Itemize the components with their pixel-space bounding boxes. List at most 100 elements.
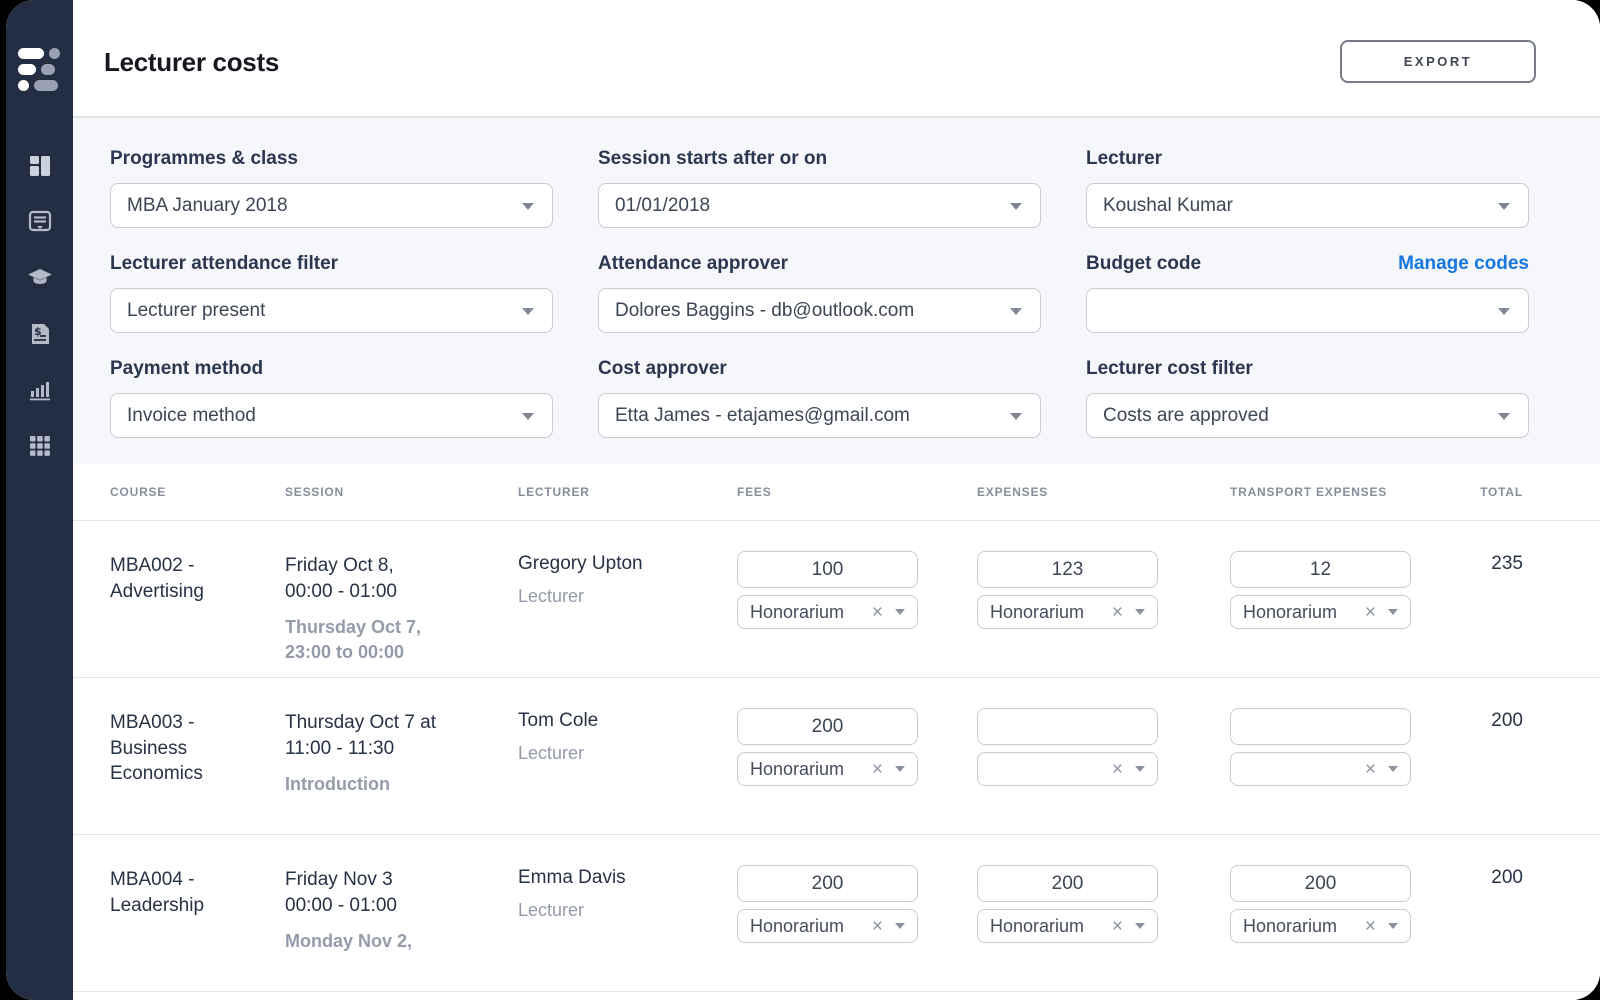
invoice-icon: $ bbox=[27, 321, 53, 347]
chevron-down-icon bbox=[895, 609, 905, 615]
transport-type-select[interactable]: Honorarium × bbox=[1230, 909, 1411, 943]
transport-type-select[interactable]: × bbox=[1230, 752, 1411, 786]
filters-panel: Programmes & class MBA January 2018 Sess… bbox=[73, 118, 1600, 464]
total-cell: 200 bbox=[1440, 865, 1523, 889]
total-cell: 235 bbox=[1440, 551, 1523, 575]
expenses-type-select[interactable]: × bbox=[977, 752, 1158, 786]
fees-amount-input[interactable] bbox=[737, 551, 918, 588]
filter-label: Session starts after or on bbox=[598, 148, 827, 170]
payment-method-select[interactable]: Invoice method bbox=[110, 393, 553, 438]
clear-icon[interactable]: × bbox=[872, 760, 883, 779]
manage-codes-link[interactable]: Manage codes bbox=[1398, 253, 1529, 275]
export-button[interactable]: EXPORT bbox=[1340, 40, 1536, 83]
session-cell: Friday Nov 3 00:00 - 01:00 Monday Nov 2, bbox=[285, 865, 518, 954]
expenses-amount-input[interactable] bbox=[977, 708, 1158, 745]
session-cell: Thursday Oct 7 at 11:00 - 11:30 Introduc… bbox=[285, 708, 518, 797]
filter-label: Cost approver bbox=[598, 358, 727, 380]
board-icon bbox=[27, 209, 53, 235]
column-header-expenses: EXPENSES bbox=[977, 485, 1230, 499]
transport-amount-input[interactable] bbox=[1230, 551, 1411, 588]
filter-cost-approver: Cost approver Etta James - etajames@gmai… bbox=[598, 358, 1041, 438]
chevron-down-icon bbox=[522, 203, 534, 210]
lecturer-cell: Gregory Upton Lecturer bbox=[518, 551, 737, 607]
sidebar-item-board[interactable] bbox=[26, 208, 54, 236]
attendance-approver-select[interactable]: Dolores Baggins - db@outlook.com bbox=[598, 288, 1041, 333]
attendance-filter-select[interactable]: Lecturer present bbox=[110, 288, 553, 333]
clear-icon[interactable]: × bbox=[1112, 603, 1123, 622]
chevron-down-icon bbox=[1010, 308, 1022, 315]
filter-payment-method: Payment method Invoice method bbox=[110, 358, 553, 438]
sidebar-nav: $ bbox=[26, 152, 54, 460]
clear-icon[interactable]: × bbox=[1365, 603, 1376, 622]
clear-icon[interactable]: × bbox=[1112, 917, 1123, 936]
expenses-cell: Honorarium × bbox=[977, 551, 1230, 629]
sidebar-item-costs[interactable]: $ bbox=[26, 320, 54, 348]
expenses-amount-input[interactable] bbox=[977, 551, 1158, 588]
budget-code-select[interactable] bbox=[1086, 288, 1529, 333]
chevron-down-icon bbox=[522, 413, 534, 420]
programmes-class-select[interactable]: MBA January 2018 bbox=[110, 183, 553, 228]
table-row: MBA004 - Leadership Friday Nov 3 00:00 -… bbox=[73, 835, 1600, 992]
transport-type-select[interactable]: Honorarium × bbox=[1230, 595, 1411, 629]
filter-label: Lecturer cost filter bbox=[1086, 358, 1253, 380]
graduation-cap-icon bbox=[27, 265, 53, 291]
course-cell: MBA002 - Advertising bbox=[110, 551, 250, 604]
total-cell: 200 bbox=[1440, 708, 1523, 732]
logo-shape bbox=[18, 80, 29, 91]
lecturer-cell: Emma Davis Lecturer bbox=[518, 865, 737, 921]
clear-icon[interactable]: × bbox=[1365, 917, 1376, 936]
fees-type-select[interactable]: Honorarium × bbox=[737, 909, 918, 943]
chevron-down-icon bbox=[895, 923, 905, 929]
fees-amount-input[interactable] bbox=[737, 708, 918, 745]
lecturer-select[interactable]: Koushal Kumar bbox=[1086, 183, 1529, 228]
table-header-row: COURSE SESSION LECTURER FEES EXPENSES TR… bbox=[73, 464, 1600, 521]
filter-attendance-approver: Attendance approver Dolores Baggins - db… bbox=[598, 253, 1041, 333]
page-title: Lecturer costs bbox=[104, 47, 279, 78]
page-header: Lecturer costs EXPORT bbox=[73, 0, 1600, 118]
lecturer-cell: Tom Cole Lecturer bbox=[518, 708, 737, 764]
chevron-down-icon bbox=[1498, 308, 1510, 315]
fees-amount-input[interactable] bbox=[737, 865, 918, 902]
column-header-total: TOTAL bbox=[1440, 485, 1523, 499]
clear-icon[interactable]: × bbox=[1365, 760, 1376, 779]
sidebar-item-apps[interactable] bbox=[26, 432, 54, 460]
filter-label: Payment method bbox=[110, 358, 263, 380]
session-cell: Friday Oct 8, 00:00 - 01:00 Thursday Oct… bbox=[285, 551, 518, 666]
expenses-type-select[interactable]: Honorarium × bbox=[977, 595, 1158, 629]
column-header-lecturer: LECTURER bbox=[518, 485, 737, 499]
filter-label: Lecturer attendance filter bbox=[110, 253, 338, 275]
chevron-down-icon bbox=[1388, 609, 1398, 615]
expenses-type-select[interactable]: Honorarium × bbox=[977, 909, 1158, 943]
filter-label: Programmes & class bbox=[110, 148, 298, 170]
column-header-fees: FEES bbox=[737, 485, 977, 499]
app-window: $ bbox=[6, 0, 1600, 1000]
sidebar-item-reports[interactable] bbox=[26, 376, 54, 404]
chevron-down-icon bbox=[1010, 413, 1022, 420]
logo-shape bbox=[49, 48, 60, 59]
clear-icon[interactable]: × bbox=[1112, 760, 1123, 779]
sidebar: $ bbox=[6, 0, 73, 1000]
chevron-down-icon bbox=[1135, 923, 1145, 929]
fees-type-select[interactable]: Honorarium × bbox=[737, 752, 918, 786]
expenses-amount-input[interactable] bbox=[977, 865, 1158, 902]
course-cell: MBA003 - Business Economics bbox=[110, 708, 250, 787]
chevron-down-icon bbox=[895, 766, 905, 772]
clear-icon[interactable]: × bbox=[872, 917, 883, 936]
fees-type-select[interactable]: Honorarium × bbox=[737, 595, 918, 629]
app-logo bbox=[18, 48, 62, 96]
filter-attendance: Lecturer attendance filter Lecturer pres… bbox=[110, 253, 553, 333]
transport-amount-input[interactable] bbox=[1230, 708, 1411, 745]
session-starts-select[interactable]: 01/01/2018 bbox=[598, 183, 1041, 228]
cost-approver-select[interactable]: Etta James - etajames@gmail.com bbox=[598, 393, 1041, 438]
fees-cell: Honorarium × bbox=[737, 551, 977, 629]
column-header-transport: TRANSPORT EXPENSES bbox=[1230, 485, 1440, 499]
lecturer-cost-filter-select[interactable]: Costs are approved bbox=[1086, 393, 1529, 438]
sidebar-item-programmes[interactable] bbox=[26, 264, 54, 292]
transport-amount-input[interactable] bbox=[1230, 865, 1411, 902]
table-row: MBA002 - Advertising Friday Oct 8, 00:00… bbox=[73, 521, 1600, 678]
course-cell: MBA004 - Leadership bbox=[110, 865, 250, 918]
transport-expenses-cell: × bbox=[1230, 708, 1440, 786]
filter-session-starts: Session starts after or on 01/01/2018 bbox=[598, 148, 1041, 228]
sidebar-item-dashboard[interactable] bbox=[26, 152, 54, 180]
clear-icon[interactable]: × bbox=[872, 603, 883, 622]
